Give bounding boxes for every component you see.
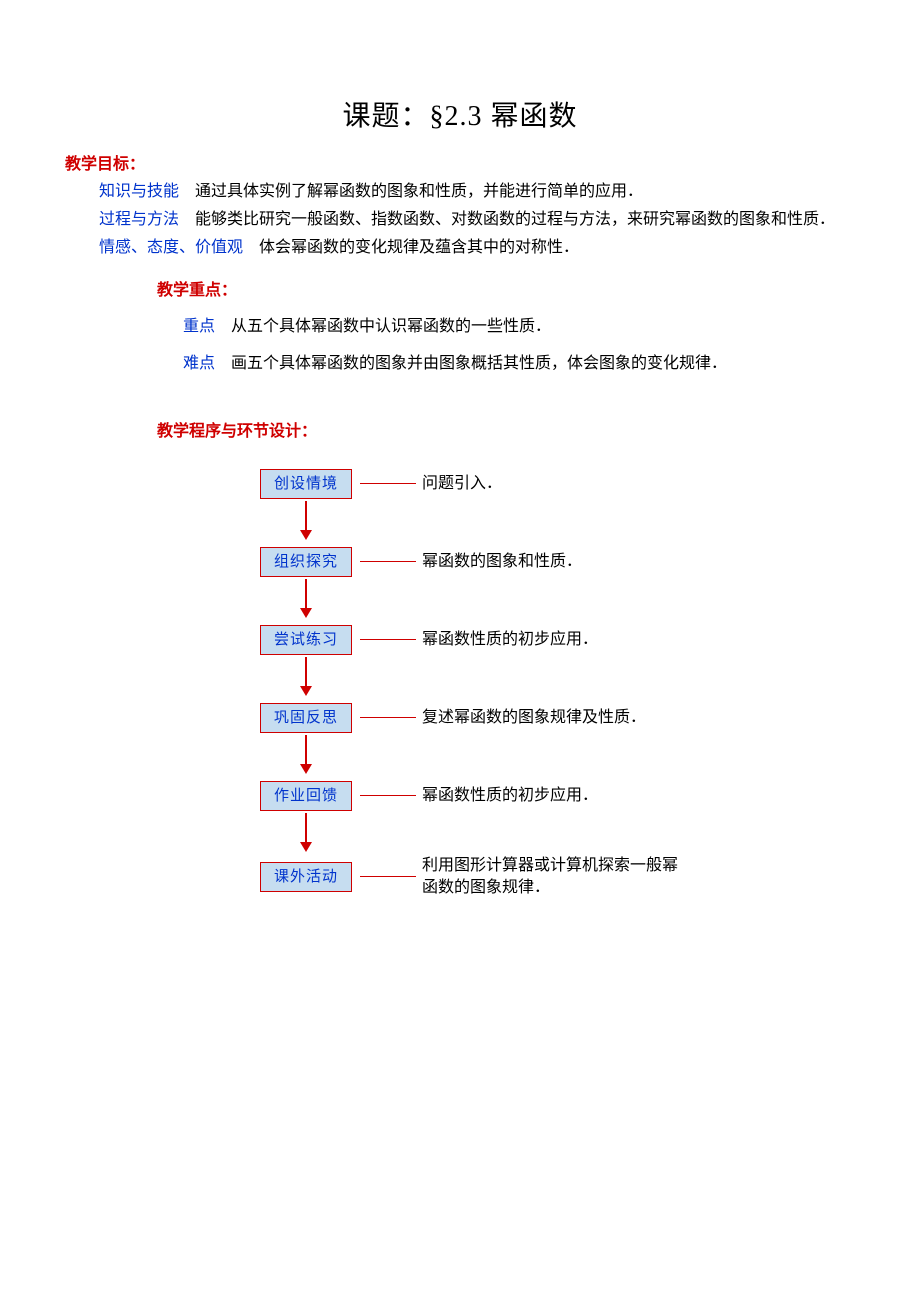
flow-box: 创设情境: [260, 469, 352, 499]
goals-label: 过程与方法: [99, 211, 179, 228]
flow-arrow-cell: [260, 737, 855, 777]
flow-note: 利用图形计算器或计算机探索一般幂函数的图象规律．: [422, 855, 682, 900]
flow-hline: [360, 639, 416, 640]
flow-hline: [360, 876, 416, 877]
flow-box: 作业回馈: [260, 781, 352, 811]
flow-note: 幂函数的图象和性质．: [422, 549, 582, 575]
flow-step: 巩固反思 复述幂函数的图象规律及性质．: [260, 699, 855, 737]
goals-item: 过程与方法 能够类比研究一般函数、指数函数、对数函数的过程与方法，来研究幂函数的…: [65, 207, 855, 233]
flow-arrow-cell: [260, 659, 855, 699]
flow-step: 课外活动 利用图形计算器或计算机探索一般幂函数的图象规律．: [260, 855, 855, 900]
procedure-heading: 教学程序与环节设计：: [65, 419, 855, 445]
arrow-down-icon: [300, 501, 312, 540]
arrow-down-icon: [300, 813, 312, 852]
keypoints-label: 重点: [183, 318, 215, 335]
flow-step: 尝试练习 幂函数性质的初步应用．: [260, 621, 855, 659]
keypoints-heading: 教学重点：: [65, 278, 855, 304]
flow-box: 课外活动: [260, 862, 352, 892]
arrow-down-icon: [300, 579, 312, 618]
flow-box: 巩固反思: [260, 703, 352, 733]
keypoints-item: 重点 从五个具体幂函数中认识幂函数的一些性质．: [65, 314, 855, 340]
goals-label: 情感、态度、价值观: [99, 239, 243, 256]
flow-note: 幂函数性质的初步应用．: [422, 627, 598, 653]
flow-hline: [360, 561, 416, 562]
goals-text: 能够类比研究一般函数、指数函数、对数函数的过程与方法，来研究幂函数的图象和性质．: [195, 211, 835, 228]
page-title: 课题：§2.3 幂函数: [65, 95, 855, 140]
flow-diagram: 创设情境 问题引入． 组织探究 幂函数的图象和性质． 尝试练习 幂函数性质的初步…: [65, 465, 855, 900]
goals-text: 通过具体实例了解幂函数的图象和性质，并能进行简单的应用．: [195, 183, 643, 200]
goals-item: 知识与技能 通过具体实例了解幂函数的图象和性质，并能进行简单的应用．: [65, 179, 855, 205]
arrow-down-icon: [300, 735, 312, 774]
flow-step: 组织探究 幂函数的图象和性质．: [260, 543, 855, 581]
goals-text: 体会幂函数的变化规律及蕴含其中的对称性．: [259, 239, 579, 256]
flow-arrow-cell: [260, 503, 855, 543]
flow-step: 作业回馈 幂函数性质的初步应用．: [260, 777, 855, 815]
arrow-down-icon: [300, 657, 312, 696]
flow-arrow-cell: [260, 581, 855, 621]
flow-hline: [360, 795, 416, 796]
flow-box: 尝试练习: [260, 625, 352, 655]
flow-step: 创设情境 问题引入．: [260, 465, 855, 503]
flow-box: 组织探究: [260, 547, 352, 577]
goals-label: 知识与技能: [99, 183, 179, 200]
flow-note: 幂函数性质的初步应用．: [422, 783, 598, 809]
keypoints-item: 难点 画五个具体幂函数的图象并由图象概括其性质，体会图象的变化规律．: [65, 351, 855, 377]
flow-arrow-cell: [260, 815, 855, 855]
keypoints-label: 难点: [183, 355, 215, 372]
flow-note: 问题引入．: [422, 471, 502, 497]
flow-hline: [360, 717, 416, 718]
goals-heading: 教学目标：: [65, 152, 855, 178]
keypoints-text: 从五个具体幂函数中认识幂函数的一些性质．: [231, 318, 551, 335]
flow-note: 复述幂函数的图象规律及性质．: [422, 705, 646, 731]
keypoints-text: 画五个具体幂函数的图象并由图象概括其性质，体会图象的变化规律．: [231, 355, 727, 372]
flow-hline: [360, 483, 416, 484]
goals-item: 情感、态度、价值观 体会幂函数的变化规律及蕴含其中的对称性．: [65, 235, 855, 261]
